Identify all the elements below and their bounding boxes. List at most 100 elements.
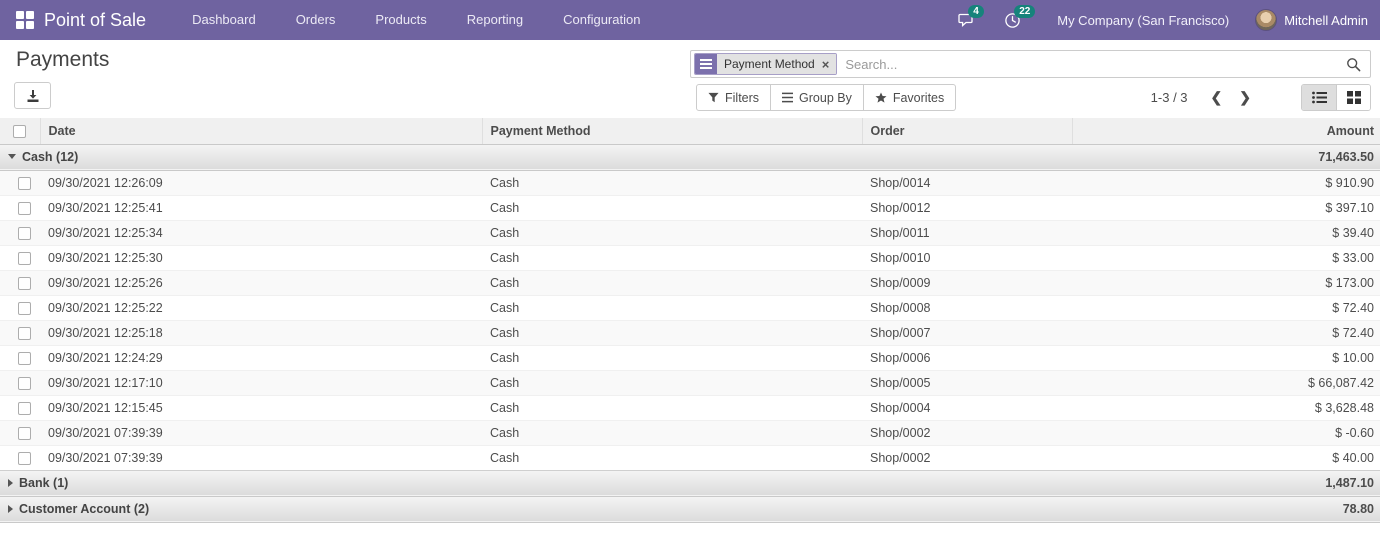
row-checkbox[interactable] (17, 201, 31, 215)
cell-amount: $ 40.00 (1332, 450, 1374, 465)
pager-previous-icon[interactable]: ❮ (1207, 89, 1227, 106)
cell-order: Shop/0011 (870, 225, 930, 240)
cell-payment-method: Cash (490, 175, 520, 190)
cell-date: 09/30/2021 12:25:26 (48, 275, 163, 290)
cell-amount: $ 397.10 (1325, 200, 1374, 215)
filters-button[interactable]: Filters (696, 84, 772, 111)
group-total: 1,487.10 (1325, 476, 1374, 490)
cell-date: 09/30/2021 12:25:34 (48, 225, 163, 240)
group-row[interactable]: Cash (12) 71,463.50 (0, 144, 1380, 170)
row-checkbox[interactable] (17, 376, 31, 390)
group-row[interactable]: Customer Account (2) 78.80 (0, 496, 1380, 522)
search-facet[interactable]: Payment Method × (694, 53, 838, 75)
nav-menu: Dashboard Orders Products Reporting Configur… (172, 0, 660, 40)
cell-payment-method: Cash (490, 225, 520, 240)
cell-amount: $ 39.40 (1332, 225, 1374, 240)
column-header-date[interactable]: Date (39, 118, 482, 145)
table-row[interactable]: 09/30/2021 12:17:10 Cash Shop/0005 $ 66,087… (0, 370, 1380, 395)
nav-item-products[interactable]: Products (355, 0, 446, 40)
cell-date: 09/30/2021 12:15:45 (48, 400, 163, 415)
app-brand[interactable]: Point of Sale (44, 10, 146, 31)
table-row[interactable]: 09/30/2021 12:25:30 Cash Shop/0010 $ 33.00 (0, 245, 1380, 270)
activities-menu[interactable]: 22 (1004, 4, 1036, 29)
column-header-payment-method[interactable]: Payment Method (481, 118, 862, 145)
nav-item-orders[interactable]: Orders (276, 0, 356, 40)
table-row[interactable]: 09/30/2021 07:39:39 Cash Shop/0002 $ 40.00 (0, 445, 1380, 470)
user-avatar (1255, 9, 1278, 31)
row-checkbox[interactable] (17, 276, 31, 290)
control-panel: Payments Payment Method × Search... Filt… (0, 40, 1380, 118)
cell-order: Shop/0014 (870, 175, 931, 190)
cell-payment-method: Cash (490, 300, 520, 315)
cell-date: 09/30/2021 12:17:10 (48, 375, 163, 390)
group-total: 71,463.50 (1318, 150, 1374, 164)
cell-order: Shop/0004 (870, 400, 931, 415)
pager-value: 1-3 / 3 (1150, 90, 1188, 105)
table-row[interactable]: 09/30/2021 12:15:45 Cash Shop/0004 $ 3,628.… (0, 395, 1380, 420)
cell-payment-method: Cash (490, 450, 520, 465)
nav-item-configuration[interactable]: Configuration (543, 0, 660, 40)
cell-order: Shop/0009 (870, 275, 931, 290)
row-checkbox[interactable] (17, 451, 31, 465)
favorites-button[interactable]: Favorites (863, 84, 957, 111)
row-checkbox[interactable] (17, 351, 31, 365)
cell-payment-method: Cash (490, 250, 520, 265)
search-options: Filters Group By Favorites (696, 84, 957, 111)
group-by-button[interactable]: Group By (771, 84, 864, 111)
kanban-view-button[interactable] (1336, 85, 1370, 110)
search-icon[interactable] (1346, 57, 1361, 72)
download-icon (26, 89, 40, 103)
group-by-bars-icon (695, 54, 717, 74)
table-row[interactable]: 09/30/2021 12:25:41 Cash Shop/0012 $ 397.10 (0, 195, 1380, 220)
pager-next-icon[interactable]: ❯ (1235, 89, 1255, 106)
cell-order: Shop/0002 (870, 425, 931, 440)
user-menu[interactable]: Mitchell Admin (1255, 9, 1368, 31)
group-row[interactable]: Bank (1) 1,487.10 (0, 470, 1380, 496)
cell-amount: $ 66,087.42 (1307, 375, 1374, 390)
column-header-amount[interactable]: Amount (1071, 118, 1380, 145)
view-switcher (1301, 84, 1371, 111)
row-checkbox[interactable] (17, 426, 31, 440)
cell-date: 09/30/2021 12:24:29 (48, 350, 163, 365)
group-label: Bank (1) (19, 476, 69, 490)
apps-grid-icon[interactable] (16, 11, 34, 29)
cell-amount: $ 910.90 (1325, 175, 1374, 190)
caret-right-icon (8, 478, 13, 487)
select-all-checkbox[interactable] (13, 124, 27, 138)
messages-menu[interactable]: 4 (958, 5, 984, 28)
row-checkbox[interactable] (17, 176, 31, 190)
top-navbar: Point of Sale Dashboard Orders Products Rep… (0, 0, 1380, 40)
cell-order: Shop/0007 (870, 325, 931, 340)
search-input[interactable] (837, 56, 1346, 72)
cell-date: 09/30/2021 12:25:22 (48, 300, 163, 315)
row-checkbox[interactable] (17, 326, 31, 340)
cell-amount: $ -0.60 (1335, 425, 1374, 440)
table-row[interactable]: 09/30/2021 07:39:39 Cash Shop/0002 $ -0.60 (0, 420, 1380, 445)
row-checkbox[interactable] (17, 301, 31, 315)
export-button[interactable] (14, 82, 51, 109)
table-row[interactable]: 09/30/2021 12:25:34 Cash Shop/0011 $ 39.40 (0, 220, 1380, 245)
table-row[interactable]: 09/30/2021 12:24:29 Cash Shop/0006 $ 10.00 (0, 345, 1380, 370)
row-checkbox[interactable] (17, 226, 31, 240)
table-row[interactable]: 09/30/2021 12:25:18 Cash Shop/0007 $ 72.40 (0, 320, 1380, 345)
row-checkbox[interactable] (17, 401, 31, 415)
row-checkbox[interactable] (17, 251, 31, 265)
table-row[interactable]: 09/30/2021 12:25:22 Cash Shop/0008 $ 72.40 (0, 295, 1380, 320)
table-row[interactable]: 09/30/2021 12:26:09 Cash Shop/0014 $ 910.90 (0, 170, 1380, 195)
company-switcher[interactable]: My Company (San Francisco) (1057, 13, 1229, 28)
cell-payment-method: Cash (490, 400, 520, 415)
activities-badge: 22 (1014, 4, 1036, 18)
table-row[interactable]: 09/30/2021 12:25:26 Cash Shop/0009 $ 173.00 (0, 270, 1380, 295)
facet-remove-icon[interactable]: × (822, 58, 830, 71)
cell-amount: $ 173.00 (1325, 275, 1374, 290)
list-view-button[interactable] (1302, 85, 1336, 110)
column-header-order[interactable]: Order (861, 118, 1072, 145)
facet-label: Payment Method (724, 57, 815, 71)
caret-down-icon (8, 154, 16, 160)
search-bar: Payment Method × (690, 50, 1371, 78)
cell-date: 09/30/2021 07:39:39 (48, 450, 163, 465)
nav-item-dashboard[interactable]: Dashboard (172, 0, 276, 40)
list-icon (1311, 91, 1327, 104)
filter-icon (708, 92, 719, 103)
nav-item-reporting[interactable]: Reporting (447, 0, 543, 40)
